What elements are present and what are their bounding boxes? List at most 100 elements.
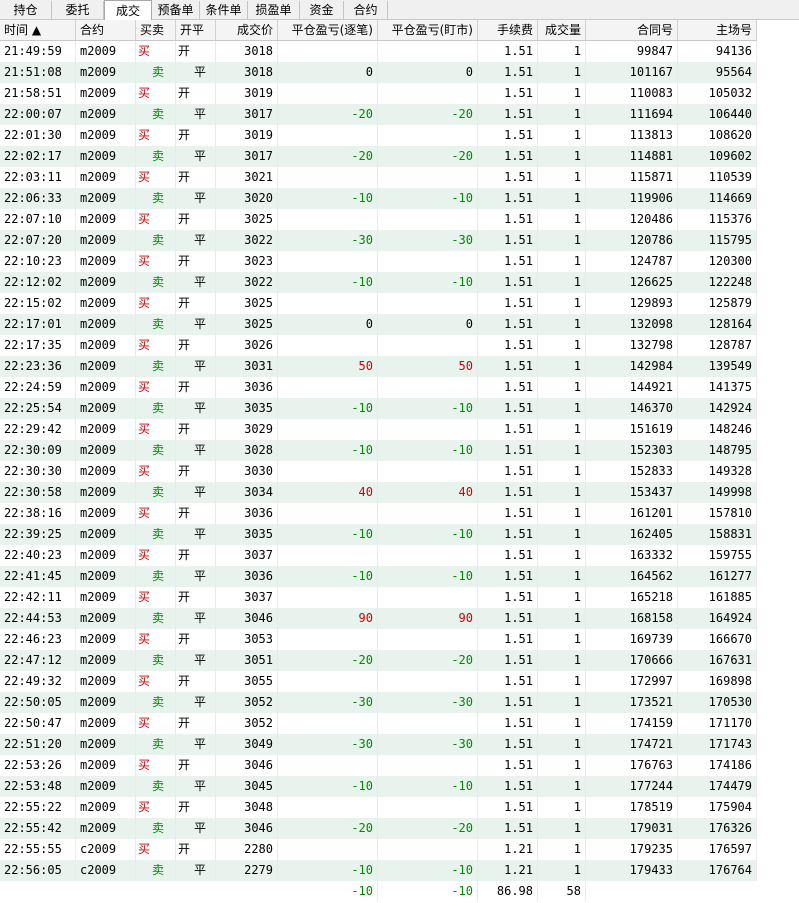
exchange-no-cell: 161885 (678, 587, 757, 608)
tab-trades[interactable]: 成交 (104, 0, 152, 20)
tab-conditional-orders[interactable]: 条件单 (200, 1, 248, 19)
table-row[interactable]: 22:40:23 m2009 买开 3037 1.51 1 163332 159755 (0, 545, 757, 566)
table-row[interactable]: 22:47:12 m2009 卖平 3051 -20 -20 1.51 1 170666 1676… (0, 650, 757, 671)
price-cell: 3030 (216, 461, 278, 482)
qty-cell: 1 (538, 482, 586, 503)
table-row[interactable]: 22:30:58 m2009 卖平 3034 40 40 1.51 1 153437 149998 (0, 482, 757, 503)
table-row[interactable]: 22:44:53 m2009 卖平 3046 90 90 1.51 1 168158 164924 (0, 608, 757, 629)
fee-cell: 1.51 (478, 293, 538, 314)
col-pnl-mtm-header[interactable]: 平仓盈亏(盯市) (378, 20, 478, 40)
side-cell: 卖 (136, 860, 176, 881)
price-cell: 3037 (216, 545, 278, 566)
open-close-cell: 开 (176, 671, 216, 692)
table-row[interactable]: 22:02:17 m2009 卖平 3017 -20 -20 1.51 1 114881 1096… (0, 146, 757, 167)
qty-cell: 1 (538, 293, 586, 314)
table-row[interactable]: 22:06:33 m2009 卖平 3020 -10 -10 1.51 1 119906 1146… (0, 188, 757, 209)
price-cell: 3051 (216, 650, 278, 671)
pnl-trade-cell (278, 839, 378, 860)
pnl-mtm-cell (378, 377, 478, 398)
qty-cell: 1 (538, 230, 586, 251)
contract-cell: c2009 (76, 860, 136, 881)
table-row[interactable]: 22:30:30 m2009 买开 3030 1.51 1 152833 149328 (0, 461, 757, 482)
table-row[interactable]: 22:07:20 m2009 卖平 3022 -30 -30 1.51 1 120786 1157… (0, 230, 757, 251)
table-row[interactable]: 22:50:05 m2009 卖平 3052 -30 -30 1.51 1 173521 1705… (0, 692, 757, 713)
contract-cell: m2009 (76, 524, 136, 545)
qty-cell: 1 (538, 545, 586, 566)
tab-positions[interactable]: 持仓 (0, 1, 52, 19)
table-row[interactable]: 22:56:05 c2009 卖平 2279 -10 -10 1.21 1 179433 1767… (0, 860, 757, 881)
col-order-no-header[interactable]: 合同号 (586, 20, 678, 40)
table-row[interactable]: 22:23:36 m2009 卖平 3031 50 50 1.51 1 142984 139549 (0, 356, 757, 377)
total-fee-cell: 86.98 (478, 881, 538, 902)
table-row[interactable]: 22:30:09 m2009 卖平 3028 -10 -10 1.51 1 152303 1487… (0, 440, 757, 461)
tab-funds[interactable]: 资金 (300, 1, 344, 19)
tab-orders[interactable]: 委托 (52, 1, 104, 19)
table-row[interactable]: 22:46:23 m2009 买开 3053 1.51 1 169739 166670 (0, 629, 757, 650)
table-row[interactable]: 22:38:16 m2009 买开 3036 1.51 1 161201 157810 (0, 503, 757, 524)
table-row[interactable]: 22:00:07 m2009 卖平 3017 -20 -20 1.51 1 111694 1064… (0, 104, 757, 125)
exchange-no-cell: 114669 (678, 188, 757, 209)
pnl-trade-cell (278, 755, 378, 776)
table-row[interactable]: 22:12:02 m2009 卖平 3022 -10 -10 1.51 1 126625 1222… (0, 272, 757, 293)
pnl-trade-cell: -10 (278, 566, 378, 587)
table-row[interactable]: 21:51:08 m2009 卖平 3018 0 0 1.51 1 101167 95564 (0, 62, 757, 83)
table-row[interactable]: 22:50:47 m2009 买开 3052 1.51 1 174159 171170 (0, 713, 757, 734)
table-row[interactable]: 22:55:22 m2009 买开 3048 1.51 1 178519 175904 (0, 797, 757, 818)
qty-cell: 1 (538, 755, 586, 776)
col-contract-header[interactable]: 合约 (76, 20, 136, 40)
table-row[interactable]: 22:53:26 m2009 买开 3046 1.51 1 176763 174186 (0, 755, 757, 776)
table-row[interactable]: 21:49:59 m2009 买开 3018 1.51 1 99847 94136 (0, 41, 757, 62)
col-pnl-trade-header[interactable]: 平仓盈亏(逐笔) (278, 20, 378, 40)
fee-cell: 1.51 (478, 608, 538, 629)
qty-cell: 1 (538, 503, 586, 524)
tab-prepared-orders[interactable]: 预备单 (152, 1, 200, 19)
table-row[interactable]: 22:55:42 m2009 卖平 3046 -20 -20 1.51 1 179031 1763… (0, 818, 757, 839)
fee-cell: 1.51 (478, 818, 538, 839)
time-cell: 22:17:01 (0, 314, 76, 335)
contract-cell: m2009 (76, 818, 136, 839)
fee-cell: 1.51 (478, 440, 538, 461)
col-fee-header[interactable]: 手续费 (478, 20, 538, 40)
tab-bar: 持仓 委托 成交 预备单 条件单 损盈单 资金 合约 (0, 0, 799, 20)
col-side-header[interactable]: 买卖 (136, 20, 176, 40)
table-row[interactable]: 22:24:59 m2009 买开 3036 1.51 1 144921 141375 (0, 377, 757, 398)
table-row[interactable]: 22:53:48 m2009 卖平 3045 -10 -10 1.51 1 177244 1744… (0, 776, 757, 797)
table-row[interactable]: 22:42:11 m2009 买开 3037 1.51 1 165218 161885 (0, 587, 757, 608)
table-row[interactable]: 22:07:10 m2009 买开 3025 1.51 1 120486 115376 (0, 209, 757, 230)
pnl-trade-cell (278, 503, 378, 524)
exchange-no-cell: 167631 (678, 650, 757, 671)
fee-cell: 1.51 (478, 524, 538, 545)
price-cell: 3021 (216, 167, 278, 188)
table-row[interactable]: 22:17:01 m2009 卖平 3025 0 0 1.51 1 132098 128164 (0, 314, 757, 335)
table-row[interactable]: 22:29:42 m2009 买开 3029 1.51 1 151619 148246 (0, 419, 757, 440)
pnl-trade-cell: -30 (278, 734, 378, 755)
col-open-close-header[interactable]: 开平 (176, 20, 216, 40)
table-row[interactable]: 22:10:23 m2009 买开 3023 1.51 1 124787 120300 (0, 251, 757, 272)
col-time-header[interactable]: 时间 ▲ (0, 20, 76, 40)
table-row[interactable]: 22:39:25 m2009 卖平 3035 -10 -10 1.51 1 162405 1588… (0, 524, 757, 545)
time-cell: 22:56:05 (0, 860, 76, 881)
price-cell: 3020 (216, 188, 278, 209)
table-row[interactable]: 22:25:54 m2009 卖平 3035 -10 -10 1.51 1 146370 1429… (0, 398, 757, 419)
tab-stop-orders[interactable]: 损盈单 (248, 1, 300, 19)
fee-cell: 1.51 (478, 398, 538, 419)
table-row[interactable]: 22:41:45 m2009 卖平 3036 -10 -10 1.51 1 164562 1612… (0, 566, 757, 587)
table-row[interactable]: 22:51:20 m2009 卖平 3049 -30 -30 1.51 1 174721 1717… (0, 734, 757, 755)
col-price-header[interactable]: 成交价 (216, 20, 278, 40)
qty-cell: 1 (538, 272, 586, 293)
fee-cell: 1.51 (478, 503, 538, 524)
table-row[interactable]: 21:58:51 m2009 买开 3019 1.51 1 110083 105032 (0, 83, 757, 104)
pnl-mtm-cell: -30 (378, 692, 478, 713)
table-row[interactable]: 22:49:32 m2009 买开 3055 1.51 1 172997 169898 (0, 671, 757, 692)
table-row[interactable]: 22:01:30 m2009 买开 3019 1.51 1 113813 108620 (0, 125, 757, 146)
exchange-no-cell: 148246 (678, 419, 757, 440)
order-no-cell: 177244 (586, 776, 678, 797)
table-row[interactable]: 22:03:11 m2009 买开 3021 1.51 1 115871 110539 (0, 167, 757, 188)
col-exchange-no-header[interactable]: 主场号 (678, 20, 757, 40)
fee-cell: 1.51 (478, 62, 538, 83)
tab-contracts[interactable]: 合约 (344, 1, 388, 19)
table-row[interactable]: 22:15:02 m2009 买开 3025 1.51 1 129893 125879 (0, 293, 757, 314)
table-row[interactable]: 22:55:55 c2009 买开 2280 1.21 1 179235 176597 (0, 839, 757, 860)
table-row[interactable]: 22:17:35 m2009 买开 3026 1.51 1 132798 128787 (0, 335, 757, 356)
col-qty-header[interactable]: 成交量 (538, 20, 586, 40)
